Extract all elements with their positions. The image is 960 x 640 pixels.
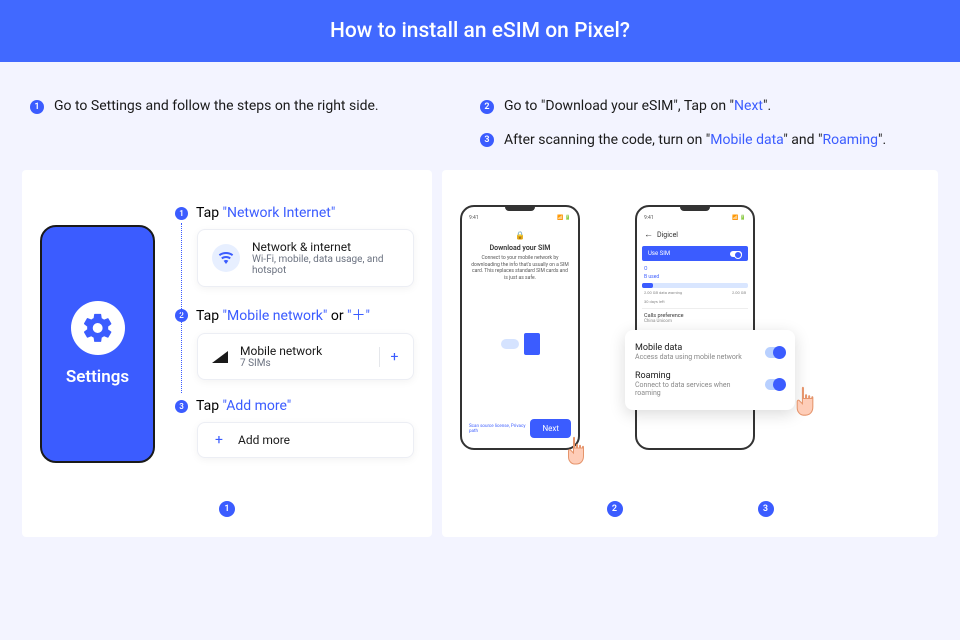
mobile-network-card[interactable]: Mobile network 7 SIMs + (197, 333, 414, 380)
step-badge-3: 3 (480, 133, 494, 147)
signal-icon (212, 351, 228, 363)
card-title: Add more (238, 433, 290, 447)
substep-badge-3: 3 (175, 400, 188, 413)
card-title: Mobile network (240, 344, 322, 358)
add-more-card[interactable]: + Add more (197, 422, 414, 458)
use-sim-row[interactable]: Use SIM (642, 246, 748, 261)
pointer-hand-icon (792, 386, 817, 416)
panel-footer-badge-2: 2 (607, 501, 623, 517)
cloud-icon (501, 339, 519, 349)
mobile-data-row[interactable]: Mobile data Access data using mobile net… (635, 338, 785, 366)
card-subtitle: 7 SIMs (240, 358, 322, 369)
wifi-icon (212, 244, 240, 272)
toggle-icon[interactable] (765, 347, 785, 358)
step-2-summary: 2 Go to "Download your eSIM", Tap on "Ne… (480, 97, 930, 117)
card-subtitle: Wi-Fi, mobile, data usage, and hotspot (252, 254, 399, 276)
download-sim-phone: 9:41📶 🔋 🔒 Download your SIM Connect to y… (460, 205, 580, 450)
substep-3: 3 Tap "Add more" + Add more (175, 398, 414, 458)
digicel-settings-phone: 9:41📶 🔋 ←Digicel Use SIM O B used 2.00 G… (635, 205, 755, 450)
panel-footer-badge-1: 1 (219, 501, 235, 517)
roaming-row[interactable]: Roaming Connect to data services when ro… (635, 366, 785, 402)
settings-label: Settings (66, 367, 129, 387)
panel-step-1: Settings 1 Tap "Network Internet" Networ… (22, 170, 432, 537)
download-illustration (467, 311, 573, 376)
next-button[interactable]: Next (530, 419, 571, 438)
step-1-summary: 1 Go to Settings and follow the steps on… (30, 97, 430, 117)
calls-preference-row[interactable]: Calls preferenceChina Unicom (642, 308, 748, 328)
substep-1: 1 Tap "Network Internet" Network & inter… (175, 205, 414, 287)
lock-icon: 🔒 (467, 231, 573, 240)
status-icons: 📶 🔋 (557, 215, 571, 221)
toggle-icon[interactable] (730, 251, 742, 257)
panel-step-2-3: 9:41📶 🔋 🔒 Download your SIM Connect to y… (442, 170, 938, 537)
dotted-connector (181, 223, 182, 393)
step-badge-1: 1 (30, 100, 44, 114)
settings-phone-mock: Settings (40, 225, 155, 463)
privacy-link[interactable]: Scan source license, Privacy path (469, 424, 530, 434)
panel-footer-badge-3: 3 (758, 501, 774, 517)
usage-bar (642, 283, 748, 288)
plus-icon: + (212, 433, 226, 447)
download-text: Connect to your mobile network by downlo… (467, 255, 573, 281)
mobile-data-overlay: Mobile data Access data using mobile net… (625, 330, 795, 410)
sim-icon (524, 333, 540, 355)
page-title: How to install an eSIM on Pixel? (0, 0, 960, 62)
card-title: Network & internet (252, 240, 399, 254)
substep-2: 2 Tap "Mobile network" or "＋" Mobile net… (175, 305, 414, 380)
step-badge-2: 2 (480, 100, 494, 114)
back-arrow-icon[interactable]: ← (644, 229, 653, 240)
gear-icon (71, 301, 125, 355)
toggle-icon[interactable] (765, 379, 785, 390)
carrier-header: ←Digicel (642, 227, 748, 246)
step-3-summary: 3 After scanning the code, turn on "Mobi… (480, 131, 930, 151)
step-3-text: After scanning the code, turn on "Mobile… (504, 131, 886, 151)
download-title: Download your SIM (467, 244, 573, 252)
step-1-text: Go to Settings and follow the steps on t… (54, 97, 379, 117)
network-internet-card[interactable]: Network & internet Wi-Fi, mobile, data u… (197, 229, 414, 287)
step-2-text: Go to "Download your eSIM", Tap on "Next… (504, 97, 771, 117)
status-icons: 📶 🔋 (732, 215, 746, 221)
instruction-summary: 1 Go to Settings and follow the steps on… (0, 62, 960, 170)
plus-icon[interactable]: + (379, 347, 399, 367)
substep-badge-1: 1 (175, 207, 188, 220)
